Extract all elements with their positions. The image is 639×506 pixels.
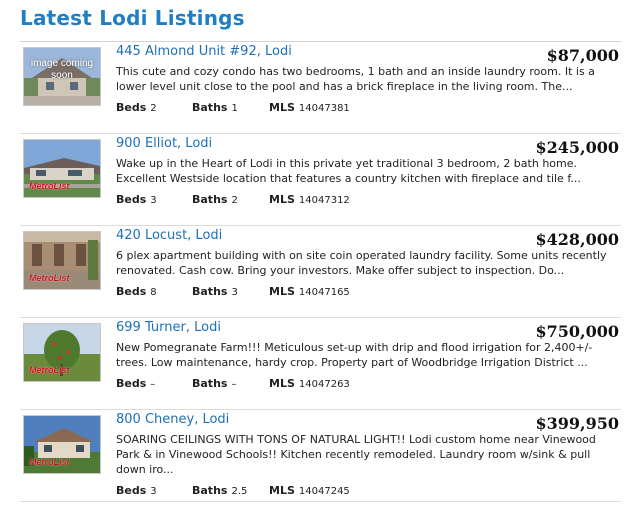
mls-value: 14047381 <box>298 103 350 114</box>
listing-address-link[interactable]: 420 Locust, Lodi <box>116 228 222 243</box>
listing-item[interactable]: MetroList 420 Locust, Lodi $428,000 6 pl… <box>20 226 621 318</box>
listing-item[interactable]: MetroList 900 Elliot, Lodi $245,000 Wake… <box>20 134 621 226</box>
page-title: Latest Lodi Listings <box>20 6 245 30</box>
listing-description: This cute and cozy condo has two bedroom… <box>116 65 595 93</box>
listing-stats: Beds 2 Baths 1 MLS 14047381 <box>116 101 350 114</box>
metrolist-watermark: MetroList <box>29 181 70 191</box>
listing-thumbnail-placeholder[interactable]: image coming soon <box>23 47 101 106</box>
mls-label: MLS <box>269 285 295 298</box>
listing-price: $87,000 <box>546 46 619 65</box>
listing-address-link[interactable]: 699 Turner, Lodi <box>116 320 221 335</box>
baths-value: 3 <box>231 287 238 298</box>
listing-thumbnail[interactable]: MetroList <box>23 415 101 474</box>
beds-label: Beds <box>116 101 147 114</box>
beds-label: Beds <box>116 484 147 497</box>
beds-label: Beds <box>116 285 147 298</box>
baths-label: Baths <box>192 377 228 390</box>
mls-value: 14047312 <box>298 195 350 206</box>
baths-label: Baths <box>192 484 228 497</box>
listing-stats: Beds 8 Baths 3 MLS 14047165 <box>116 285 350 298</box>
baths-value: 2 <box>231 195 238 206</box>
listing-thumbnail[interactable]: MetroList <box>23 139 101 198</box>
listing-address-link[interactable]: 900 Elliot, Lodi <box>116 136 212 151</box>
baths-value: 2.5 <box>231 486 248 497</box>
mls-label: MLS <box>269 484 295 497</box>
listing-price: $428,000 <box>535 230 620 249</box>
mls-value: 14047263 <box>298 379 350 390</box>
listing-description: SOARING CEILINGS WITH TONS OF NATURAL LI… <box>116 433 596 476</box>
listing-stats: Beds 3 Baths 2 MLS 14047312 <box>116 193 350 206</box>
metrolist-watermark: MetroList <box>29 457 70 467</box>
thumbnail-placeholder-text: image coming soon <box>30 58 94 81</box>
listing-item[interactable]: MetroList 800 Cheney, Lodi $399,950 SOAR… <box>20 410 621 502</box>
listing-address-link[interactable]: 800 Cheney, Lodi <box>116 412 229 427</box>
listing-stats: Beds – Baths – MLS 14047263 <box>116 377 350 390</box>
listing-address-link[interactable]: 445 Almond Unit #92, Lodi <box>116 44 292 59</box>
listing-price: $245,000 <box>535 138 620 157</box>
metrolist-watermark: MetroList <box>29 273 70 283</box>
metrolist-watermark: MetroList <box>29 365 70 375</box>
listing-item[interactable]: MetroList 699 Turner, Lodi $750,000 New … <box>20 318 621 410</box>
listing-price: $399,950 <box>535 414 620 433</box>
mls-value: 14047165 <box>298 287 350 298</box>
beds-value: 2 <box>150 103 157 114</box>
listing-description: Wake up in the Heart of Lodi in this pri… <box>116 157 581 185</box>
mls-value: 14047245 <box>298 486 350 497</box>
baths-label: Baths <box>192 193 228 206</box>
baths-value: 1 <box>231 103 238 114</box>
beds-value: 8 <box>150 287 157 298</box>
baths-value: – <box>231 379 237 390</box>
listing-thumbnail[interactable]: MetroList <box>23 231 101 290</box>
beds-value: 3 <box>150 486 157 497</box>
mls-label: MLS <box>269 193 295 206</box>
mls-label: MLS <box>269 377 295 390</box>
beds-value: – <box>150 379 156 390</box>
mls-label: MLS <box>269 101 295 114</box>
beds-value: 3 <box>150 195 157 206</box>
listing-description: 6 plex apartment building with on site c… <box>116 249 607 277</box>
beds-label: Beds <box>116 377 147 390</box>
listing-item[interactable]: image coming soon 445 Almond Unit #92, L… <box>20 42 621 134</box>
listing-description: New Pomegranate Farm!!! Meticulous set-u… <box>116 341 593 369</box>
listing-stats: Beds 3 Baths 2.5 MLS 14047245 <box>116 484 350 497</box>
listing-price: $750,000 <box>535 322 620 341</box>
baths-label: Baths <box>192 101 228 114</box>
listing-thumbnail[interactable]: MetroList <box>23 323 101 382</box>
beds-label: Beds <box>116 193 147 206</box>
baths-label: Baths <box>192 285 228 298</box>
